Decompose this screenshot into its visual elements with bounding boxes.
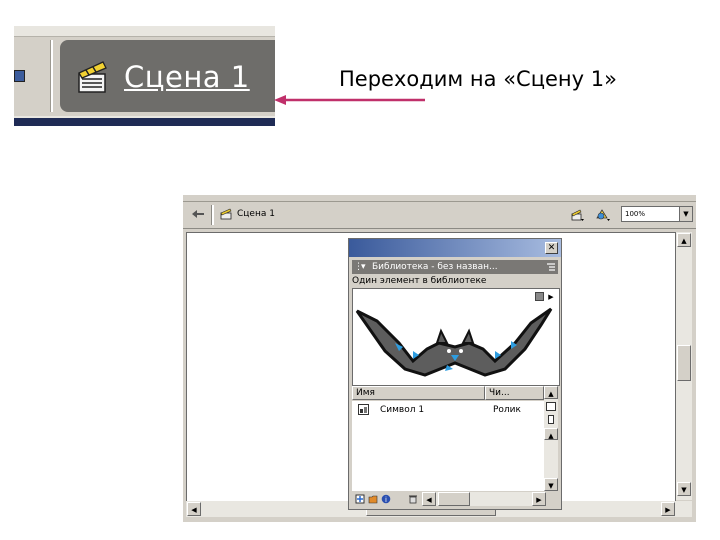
stage-vertical-scrollbar[interactable]: ▲ ▼ [676,232,692,500]
library-panel-header[interactable]: ⋮ ▾ Библиотека - без назван... [352,260,558,274]
zoomed-edit-bar: Сцена 1 [14,26,275,126]
instruction-caption: Переходим на «Сцену 1» [339,67,617,91]
close-button[interactable]: ✕ [545,242,558,254]
zoomed-top-strip [14,26,275,37]
edit-symbols-icon[interactable] [571,208,585,222]
zoomed-scene-link[interactable]: Сцена 1 [124,60,250,94]
item-name: Символ 1 [380,405,425,415]
chevron-down-icon[interactable]: ▼ [679,207,692,221]
zoomed-bottom-strip [14,116,275,126]
library-title: Библиотека - без назван... [372,262,498,272]
column-header-type[interactable]: Чи... [485,386,544,400]
scroll-up-button[interactable]: ▲ [544,428,558,440]
symbol-preview: ▶ [352,288,560,386]
scroll-up-button[interactable]: ▲ [544,386,558,399]
scene-label[interactable]: Сцена 1 [237,207,275,221]
scroll-right-button[interactable]: ▶ [532,492,546,506]
timeline-icon[interactable] [14,70,25,82]
scroll-left-button[interactable]: ◀ [422,492,436,506]
library-column-headers: Имя Чи... [352,386,544,400]
library-item-count: Один элемент в библиотеке [352,276,487,286]
edit-scene-icon[interactable] [595,208,611,222]
pointer-arrow [274,95,425,105]
list-item[interactable]: Символ 1 Ролик [352,403,544,417]
collapse-arrow-icon[interactable]: ▾ [361,260,366,274]
wide-view-icon[interactable] [546,402,556,411]
stop-icon[interactable] [535,292,544,301]
library-item-list: Символ 1 Ролик [352,401,544,491]
item-type: Ролик [493,405,521,415]
properties-icon[interactable]: i [381,494,391,504]
scroll-left-button[interactable]: ◀ [187,502,201,516]
bat-symbol-image [355,307,553,377]
window-top-strip [183,195,696,202]
trash-icon[interactable] [408,494,418,504]
back-arrow-icon[interactable] [191,208,205,220]
edit-bar-separator [211,205,214,225]
options-menu-icon[interactable] [546,262,556,272]
toolbar-separator [50,40,53,112]
scroll-thumb[interactable] [677,345,691,381]
scroll-thumb[interactable] [438,492,470,506]
library-horizontal-scrollbar[interactable]: ◀ ▶ [422,492,546,506]
new-folder-icon[interactable] [368,494,378,504]
zoom-value: 100% [625,210,646,218]
zoom-select[interactable]: 100% ▼ [621,206,693,222]
movie-clip-icon [358,404,369,415]
play-icon[interactable]: ▶ [546,292,556,302]
narrow-view-icon[interactable] [548,415,554,424]
flash-window: Сцена 1 100% ▼ ▲ ▼ ◀ ▶ ✕ ⋮ ▾ Библиотека … [183,195,696,522]
scene-clapper-icon [78,61,107,93]
scroll-right-button[interactable]: ▶ [661,502,675,516]
scroll-up-button[interactable]: ▲ [677,233,691,247]
column-header-name[interactable]: Имя [352,386,485,400]
scroll-down-button[interactable]: ▼ [677,482,691,496]
library-panel: ✕ ⋮ ▾ Библиотека - без назван... Один эл… [348,238,562,510]
scene-clapper-icon [220,208,232,220]
library-titlebar[interactable]: ✕ [349,239,561,257]
scroll-down-button[interactable]: ▼ [544,478,558,491]
edit-bar: Сцена 1 100% ▼ [183,202,696,229]
library-vertical-scrollbar[interactable]: ▲ ▲ ▼ [544,386,558,491]
svg-text:i: i [385,496,387,504]
library-bottom-toolbar: i ◀ ▶ [352,492,558,506]
new-symbol-icon[interactable] [355,494,365,504]
